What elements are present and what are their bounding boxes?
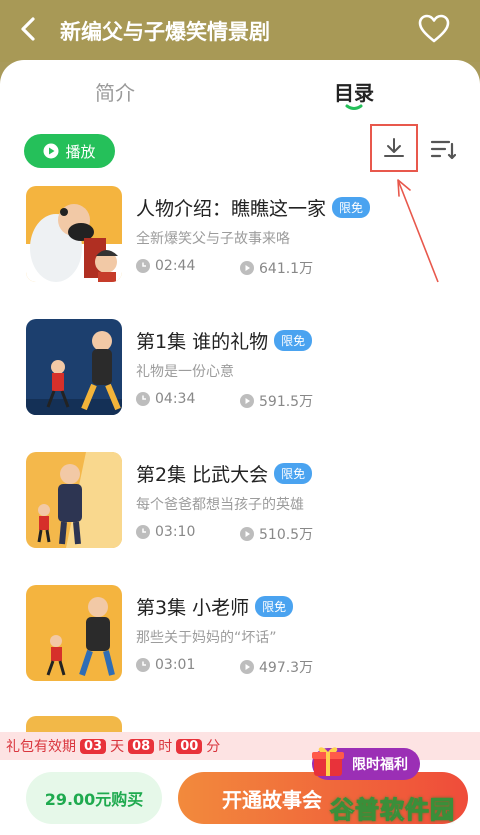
tab-intro[interactable]: 简介 — [95, 77, 135, 106]
episode-title: 人物介绍：瞧瞧这一家 — [136, 198, 327, 220]
play-all-button[interactable]: 播放 — [24, 134, 115, 168]
clock-icon — [136, 658, 150, 672]
episode-desc: 全新爆笑父与子故事来咯 — [136, 231, 290, 247]
episode-title: 第3集 小老师 — [136, 597, 250, 619]
episode-cover — [26, 319, 122, 415]
gift-icon — [312, 747, 344, 776]
free-badge: 限免 — [274, 463, 313, 484]
episode-title: 第1集 谁的礼物 — [136, 331, 269, 353]
play-count-icon — [240, 660, 254, 674]
episode-desc: 每个爸爸都想当孩子的英雄 — [136, 497, 304, 513]
tab-active-indicator — [345, 104, 363, 110]
episode-item[interactable]: 人物介绍：瞧瞧这一家 限免 全新爆笑父与子故事来咯 02:44 641.1万 — [0, 186, 480, 296]
episode-duration: 03:10 — [136, 524, 195, 540]
countdown-minute-unit: 分 — [206, 739, 221, 755]
clock-icon — [136, 525, 150, 539]
countdown-prefix: 礼包有效期 — [6, 739, 76, 755]
buy-button[interactable]: 29.00元购买 — [26, 772, 162, 824]
content-sheet: 简介 目录 播放 人物介绍：瞧瞧这一家 限免 全新爆笑父与子故事来咯 02:44… — [0, 60, 480, 835]
play-count-icon — [240, 527, 254, 541]
free-badge: 限免 — [255, 596, 294, 617]
play-icon — [43, 143, 59, 159]
episode-item[interactable]: 第3集 小老师 限免 那些关于妈妈的“坏话” 03:01 497.3万 — [0, 585, 480, 695]
episode-duration: 02:44 — [136, 258, 195, 274]
countdown-hour-unit: 时 — [158, 739, 173, 755]
download-button[interactable] — [370, 124, 418, 172]
tab-catalog[interactable]: 目录 — [334, 77, 374, 106]
episode-duration: 03:01 — [136, 657, 195, 673]
episode-cover — [26, 186, 122, 282]
episode-title: 第2集 比武大会 — [136, 464, 269, 486]
download-icon — [384, 138, 404, 157]
clock-icon — [136, 392, 150, 406]
episode-plays: 591.5万 — [240, 391, 313, 411]
play-count-icon — [240, 261, 254, 275]
page-title: 新编父与子爆笑情景剧 — [60, 20, 270, 44]
countdown-hours: 08 — [128, 738, 155, 754]
episode-desc: 礼物是一份心意 — [136, 364, 234, 380]
episode-plays: 497.3万 — [240, 657, 313, 677]
heart-icon[interactable] — [418, 14, 450, 44]
watermark: 谷普软件园 — [330, 796, 455, 825]
episode-plays: 510.5万 — [240, 524, 313, 544]
play-count-icon — [240, 394, 254, 408]
episode-item[interactable]: 第2集 比武大会 限免 每个爸爸都想当孩子的英雄 03:10 510.5万 — [0, 452, 480, 562]
episode-item[interactable]: 第1集 谁的礼物 限免 礼物是一份心意 04:34 591.5万 — [0, 319, 480, 429]
episode-duration: 04:34 — [136, 391, 195, 407]
play-all-label: 播放 — [65, 142, 96, 161]
free-badge: 限免 — [332, 197, 371, 218]
episode-cover — [26, 585, 122, 681]
episode-plays: 641.1万 — [240, 258, 313, 278]
free-badge: 限免 — [274, 330, 313, 351]
episode-desc: 那些关于妈妈的“坏话” — [136, 630, 277, 646]
countdown-days: 03 — [80, 738, 107, 754]
countdown-day-unit: 天 — [110, 739, 125, 755]
clock-icon — [136, 259, 150, 273]
top-bar: 新编父与子爆笑情景剧 — [0, 0, 480, 62]
sort-icon[interactable] — [430, 138, 456, 162]
episode-cover — [26, 452, 122, 548]
countdown-minutes: 00 — [176, 738, 203, 754]
back-arrow-icon[interactable] — [14, 14, 44, 44]
